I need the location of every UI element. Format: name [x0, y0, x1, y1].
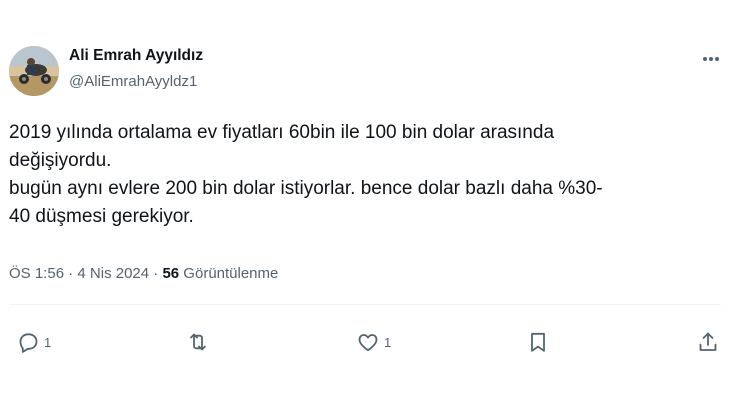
reply-button[interactable]: 1: [16, 328, 51, 356]
more-options-icon[interactable]: [697, 50, 725, 68]
author-handle[interactable]: @AliEmrahAyyldz1: [69, 73, 197, 90]
tweet-card: Ali Emrah Ayyıldız @AliEmrahAyyldz1 2019…: [0, 0, 730, 420]
avatar[interactable]: [9, 46, 59, 96]
reply-count: 1: [44, 334, 52, 350]
heart-icon: [358, 334, 378, 352]
bookmark-icon: [531, 332, 545, 352]
author-name[interactable]: Ali Emrah Ayyıldız: [69, 47, 203, 65]
tweet-text: 2019 yılında ortalama ev fiyatları 60bin…: [9, 119, 709, 231]
tweet-text-line: değişiyordu.: [9, 150, 112, 171]
like-count: 1: [384, 334, 392, 350]
share-button[interactable]: [696, 328, 720, 356]
bookmark-button[interactable]: [526, 328, 550, 356]
tweet-text-line: 2019 yılında ortalama ev fiyatları 60bin…: [9, 122, 555, 143]
views-count: 56: [162, 265, 180, 282]
profile-photo-icon: [9, 46, 59, 96]
retweet-icon: [190, 333, 206, 351]
divider: [9, 304, 721, 305]
tweet-date[interactable]: 4 Nis 2024: [77, 265, 149, 282]
tweet-meta: ÖS 1:56 · 4 Nis 2024 · 56 Görüntülenme: [9, 265, 278, 282]
meta-separator: ·: [64, 265, 78, 282]
like-button[interactable]: 1: [356, 328, 391, 356]
reply-icon: [19, 333, 38, 353]
tweet-text-line: 40 düşmesi gerekiyor.: [9, 206, 194, 227]
meta-separator: ·: [149, 265, 163, 282]
share-icon: [699, 332, 717, 351]
retweet-button[interactable]: [186, 328, 214, 356]
tweet-time[interactable]: ÖS 1:56: [9, 265, 64, 282]
views-label: Görüntülenme: [179, 265, 279, 282]
tweet-text-line: bugün aynı evlere 200 bin dolar istiyorl…: [9, 178, 603, 199]
